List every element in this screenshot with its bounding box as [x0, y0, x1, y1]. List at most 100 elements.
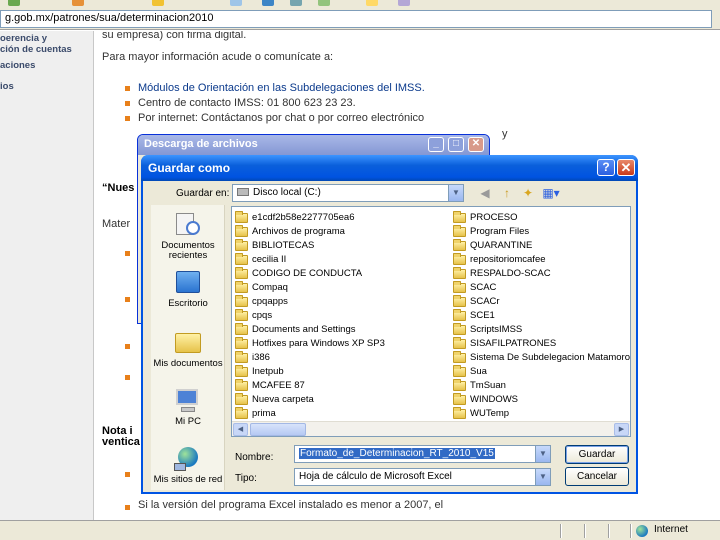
maximize-button[interactable]: □	[448, 137, 464, 152]
folder-item[interactable]: cpqapps	[234, 295, 288, 308]
save-button[interactable]: Guardar	[565, 445, 629, 464]
bullet-modulos[interactable]: Módulos de Orientación en las Subdelegac…	[138, 82, 425, 94]
chevron-down-icon[interactable]: ▼	[535, 446, 550, 462]
cancel-button[interactable]: Cancelar	[565, 467, 629, 486]
scroll-left-icon[interactable]: ◀	[233, 423, 248, 436]
folder-icon	[235, 253, 248, 265]
folder-item[interactable]: SCACr	[452, 295, 500, 308]
folder-icon	[235, 393, 248, 405]
history-icon[interactable]	[230, 0, 242, 6]
place-my-documents[interactable]: Mis documentos	[151, 329, 225, 369]
back-icon[interactable]	[8, 0, 20, 6]
print-icon[interactable]	[290, 0, 302, 6]
internet-zone-icon	[636, 525, 648, 537]
close-button[interactable]: ✕	[617, 159, 635, 176]
forward-icon[interactable]	[72, 0, 84, 6]
bullet-icon	[125, 472, 130, 477]
folder-item[interactable]: cpqs	[234, 309, 272, 322]
folder-item[interactable]: Compaq	[234, 281, 288, 294]
folder-item[interactable]: SISAFILPATRONES	[452, 337, 556, 350]
folder-icon	[453, 281, 466, 293]
folder-icon	[453, 225, 466, 237]
folder-item[interactable]: QUARANTINE	[452, 239, 532, 252]
type-dropdown[interactable]: Hoja de cálculo de Microsoft Excel ▼	[294, 468, 551, 486]
chevron-down-icon[interactable]: ▼	[535, 469, 550, 485]
folder-label: RESPALDO-SCAC	[470, 268, 551, 279]
folder-icon	[235, 239, 248, 251]
folder-item[interactable]: i386	[234, 351, 270, 364]
folder-item[interactable]: PROCESO	[452, 211, 518, 224]
folder-item[interactable]: Sistema De Subdelegacion Matamoros	[452, 351, 630, 364]
folder-item[interactable]: CODIGO DE CONDUCTA	[234, 267, 362, 280]
folder-item[interactable]: Documents and Settings	[234, 323, 356, 336]
folder-icon	[235, 337, 248, 349]
folder-label: SCACr	[470, 296, 500, 307]
folder-icon	[453, 393, 466, 405]
nav-item-servicios[interactable]: ios	[0, 81, 14, 92]
folder-icon	[453, 253, 466, 265]
view-menu-icon[interactable]: ▦▾	[539, 184, 563, 202]
folder-label: ScriptsIMSS	[470, 324, 523, 335]
folder-icon	[453, 365, 466, 377]
left-navigation: oerencia y ción de cuentas aciones ios	[0, 31, 94, 520]
folder-item[interactable]: MCAFEE 87	[234, 379, 305, 392]
horizontal-scrollbar[interactable]: ◀ ▶	[232, 421, 630, 436]
folder-icon	[235, 365, 248, 377]
folder-item[interactable]: ScriptsIMSS	[452, 323, 522, 336]
folder-item[interactable]: BIBLIOTECAS	[234, 239, 314, 252]
save-in-label: Guardar en:	[176, 188, 230, 199]
nav-item-rendicion-cuentas[interactable]: ción de cuentas	[0, 44, 72, 55]
folder-label: repositoriomcafee	[470, 254, 546, 265]
edit-icon[interactable]	[318, 0, 330, 6]
folder-item[interactable]: Sua	[452, 365, 487, 378]
folder-item[interactable]: TmSuan	[452, 379, 506, 392]
folder-item[interactable]: SCE1	[452, 309, 495, 322]
folder-label: SCAC	[470, 282, 497, 293]
messenger-icon[interactable]	[366, 0, 378, 6]
folder-label: cpqs	[252, 310, 273, 321]
folder-item[interactable]: Hotfixes para Windows XP SP3	[234, 337, 385, 350]
address-input[interactable]: g.gob.mx/patrones/sua/determinacion2010	[0, 10, 712, 28]
folder-item[interactable]: RESPALDO-SCAC	[452, 267, 551, 280]
folder-item[interactable]: Program Files	[452, 225, 529, 238]
folder-item[interactable]: WINDOWS	[452, 393, 518, 406]
favorites-icon[interactable]	[152, 0, 164, 6]
mail-icon[interactable]	[262, 0, 274, 6]
place-my-computer[interactable]: Mi PC	[151, 387, 225, 427]
folder-label: SISAFILPATRONES	[470, 338, 557, 349]
folder-icon	[453, 379, 466, 391]
nav-item-publicaciones[interactable]: aciones	[0, 60, 35, 71]
research-icon[interactable]	[398, 0, 410, 6]
scroll-right-icon[interactable]: ▶	[614, 423, 629, 436]
folder-item[interactable]: repositoriomcafee	[452, 253, 546, 266]
status-separator	[560, 524, 562, 538]
save-in-dropdown[interactable]: Disco local (C:) ▼	[232, 184, 464, 202]
filename-input[interactable]: Formato_de_Determinacion_RT_2010_V15 ▼	[294, 445, 551, 463]
place-network[interactable]: Mis sitios de red	[151, 445, 225, 485]
folder-item[interactable]: Archivos de programa	[234, 225, 345, 238]
scroll-thumb[interactable]	[250, 423, 306, 436]
folder-item[interactable]: cecilia II	[234, 253, 286, 266]
place-label: Mis sitios de red	[153, 474, 223, 485]
up-folder-icon[interactable]: ↑	[498, 184, 516, 202]
folder-item[interactable]: Nueva carpeta	[234, 393, 314, 406]
back-icon[interactable]: ◀	[476, 184, 494, 202]
folder-item[interactable]: WUTemp	[452, 407, 509, 420]
place-recent[interactable]: Documentos recientes	[151, 211, 225, 261]
place-desktop[interactable]: Escritorio	[151, 269, 225, 309]
status-bar: Internet	[0, 520, 720, 540]
folder-item[interactable]: Inetpub	[234, 365, 284, 378]
nav-item-transparencia[interactable]: oerencia y	[0, 33, 47, 44]
file-list[interactable]: e1cdf2b58e2277705ea6 Archivos de program…	[231, 206, 631, 437]
drive-icon	[237, 188, 249, 196]
help-button[interactable]: ?	[597, 159, 615, 176]
folder-item[interactable]: e1cdf2b58e2277705ea6	[234, 211, 355, 224]
new-folder-icon[interactable]: ✦	[519, 184, 537, 202]
folder-item[interactable]: SCAC	[452, 281, 496, 294]
save-as-dialog: Guardar como ? ✕ Guardar en: Disco local…	[141, 155, 638, 494]
chevron-down-icon[interactable]: ▼	[448, 185, 463, 201]
minimize-button[interactable]: _	[428, 137, 444, 152]
folder-item[interactable]: prima	[234, 407, 276, 420]
folder-label: Sua	[470, 366, 487, 377]
download-close-button[interactable]: ✕	[468, 137, 484, 152]
